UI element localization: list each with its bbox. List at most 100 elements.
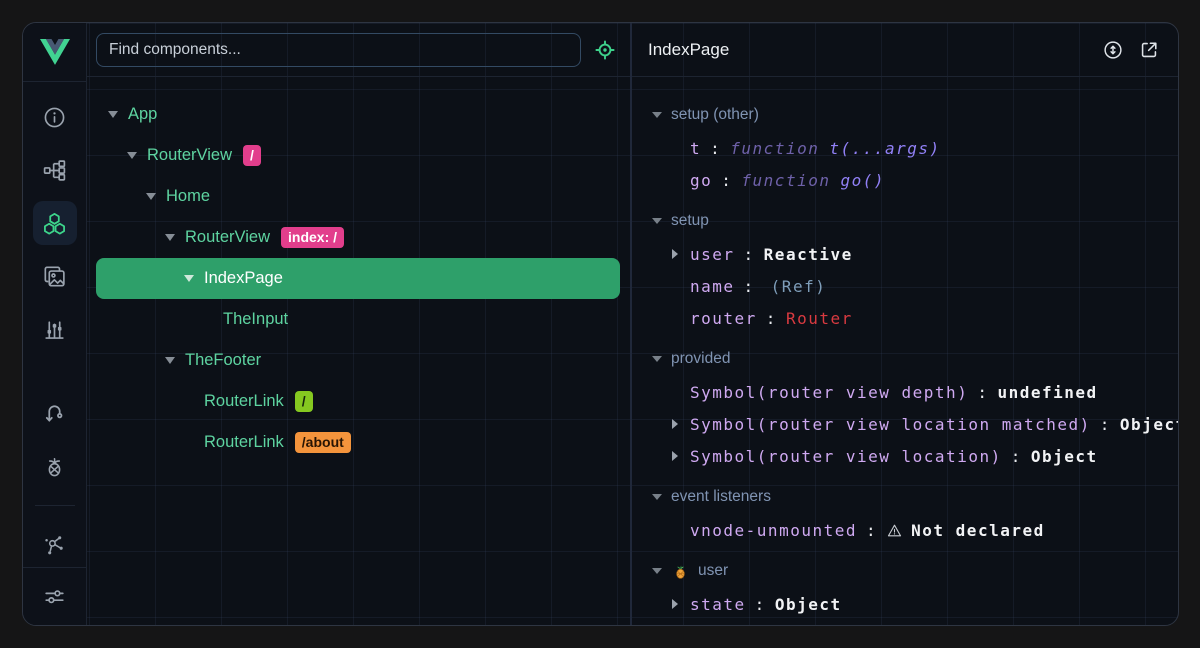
section-header-event-listeners[interactable]: event listeners	[652, 480, 1178, 514]
section-label: setup	[671, 212, 709, 230]
section-label: setup (other)	[671, 106, 759, 124]
state-key: Symbol(router view location matched)	[690, 415, 1091, 434]
open-in-editor-button[interactable]	[1136, 37, 1162, 63]
sidebar-bottom	[23, 567, 86, 625]
function-keyword: function	[730, 139, 819, 158]
tree-row-routerview[interactable]: RouterView /	[96, 135, 620, 176]
colon: :	[1100, 415, 1111, 434]
sidebar-item-graph[interactable]	[33, 523, 77, 567]
component-name: RouterView	[185, 228, 270, 247]
colon: :	[766, 309, 777, 328]
state-value: Object	[775, 595, 842, 614]
sidebar-item-router[interactable]	[33, 391, 77, 435]
state-key: name	[690, 277, 735, 296]
graph-icon	[42, 533, 67, 558]
caret-down-icon[interactable]	[165, 234, 185, 241]
tree-row-routerlink-home[interactable]: RouterLink /	[96, 381, 620, 422]
router-icon	[42, 401, 67, 426]
tree-row-thefooter[interactable]: TheFooter	[96, 340, 620, 381]
route-badge: index: /	[281, 227, 344, 249]
state-row-go[interactable]: go : function go()	[652, 164, 1178, 196]
sidebar-item-components[interactable]	[33, 201, 77, 245]
caret-down-icon[interactable]	[108, 111, 128, 118]
tree-row-routerlink-about[interactable]: RouterLink /about	[96, 422, 620, 463]
state-key: router	[690, 309, 757, 328]
sidebar-item-settings[interactable]	[33, 575, 77, 619]
component-name: RouterLink	[204, 433, 284, 452]
state-key: vnode-unmounted	[690, 521, 857, 540]
section-label: user	[698, 562, 728, 580]
state-key: Symbol(router view location)	[690, 447, 1002, 466]
select-component-in-page-button[interactable]	[593, 38, 617, 62]
state-value: Not declared	[911, 521, 1045, 540]
caret-down-icon[interactable]	[652, 218, 662, 224]
inspector-header-actions	[1100, 37, 1162, 63]
caret-right-icon[interactable]	[672, 599, 690, 609]
caret-down-icon[interactable]	[652, 356, 662, 362]
search-components-box[interactable]	[96, 33, 581, 67]
tree-row-app[interactable]: App	[96, 94, 620, 135]
state-row-router[interactable]: router : Router	[652, 302, 1178, 334]
sidebar-item-pinia[interactable]	[33, 444, 77, 488]
scroll-to-component-button[interactable]	[1100, 37, 1126, 63]
section-header-pinia-user[interactable]: user	[652, 554, 1178, 588]
section-label: provided	[671, 350, 730, 368]
section-pinia-user: user state : Object getters : Object	[652, 554, 1178, 625]
caret-down-icon[interactable]	[652, 494, 662, 500]
state-row-vnode-unmounted[interactable]: vnode-unmounted : Not declared	[652, 514, 1178, 546]
settings-icon	[42, 584, 67, 609]
tree-row-home[interactable]: Home	[96, 176, 620, 217]
state-row-router-view-location[interactable]: Symbol(router view location) : Object	[652, 440, 1178, 472]
search-input[interactable]	[109, 41, 568, 59]
state-key: t	[690, 139, 701, 158]
tree-row-indexpage-selected[interactable]: IndexPage	[96, 258, 620, 299]
warning-icon	[886, 522, 903, 539]
state-row-getters[interactable]: getters : Object	[652, 620, 1178, 625]
colon: :	[977, 383, 988, 402]
vue-devtools-window: App RouterView / Home RouterView index: …	[22, 22, 1179, 626]
function-signature: go()	[840, 171, 885, 190]
vue-logo[interactable]	[23, 23, 86, 82]
state-value: Router	[786, 309, 853, 328]
section-header-provided[interactable]: provided	[652, 342, 1178, 376]
function-keyword: function	[741, 171, 830, 190]
sidebar-item-pages[interactable]	[33, 254, 77, 298]
state-row-router-view-depth[interactable]: Symbol(router view depth) : undefined	[652, 376, 1178, 408]
vue-devtools-screenshot: App RouterView / Home RouterView index: …	[0, 0, 1200, 648]
sidebar-item-assets[interactable]	[33, 307, 77, 351]
sidebar-item-info[interactable]	[33, 95, 77, 139]
section-header-setup[interactable]: setup	[652, 204, 1178, 238]
caret-down-icon[interactable]	[652, 112, 662, 118]
target-icon	[593, 38, 617, 62]
caret-down-icon[interactable]	[165, 357, 185, 364]
caret-down-icon[interactable]	[146, 193, 166, 200]
caret-right-icon[interactable]	[672, 419, 690, 429]
state-value: undefined	[997, 383, 1097, 402]
component-name: App	[128, 105, 157, 124]
state-row-state[interactable]: state : Object	[652, 588, 1178, 620]
caret-right-icon[interactable]	[672, 249, 690, 259]
caret-down-icon[interactable]	[184, 275, 204, 282]
component-tree: App RouterView / Home RouterView index: …	[87, 77, 630, 463]
state-value: Object	[1120, 415, 1178, 434]
sidebar-item-component-hierarchy[interactable]	[33, 148, 77, 192]
section-label: event listeners	[671, 488, 771, 506]
tree-row-routerview-nested[interactable]: RouterView index: /	[96, 217, 620, 258]
section-header-setup-other[interactable]: setup (other)	[652, 98, 1178, 132]
state-row-user[interactable]: user : Reactive	[652, 238, 1178, 270]
component-state: setup (other) t : function t(...args) go…	[632, 77, 1178, 625]
caret-right-icon[interactable]	[672, 451, 690, 461]
state-row-t[interactable]: t : function t(...args)	[652, 132, 1178, 164]
route-badge: /	[243, 145, 261, 167]
component-name: Home	[166, 187, 210, 206]
caret-down-icon[interactable]	[127, 152, 147, 159]
caret-down-icon[interactable]	[652, 568, 662, 574]
tree-row-theinput[interactable]: TheInput	[96, 299, 620, 340]
components-panel: App RouterView / Home RouterView index: …	[87, 23, 632, 625]
state-row-router-view-location-matched[interactable]: Symbol(router view location matched) : O…	[652, 408, 1178, 440]
state-row-name[interactable]: name : (Ref)	[652, 270, 1178, 302]
component-name: TheFooter	[185, 351, 261, 370]
component-hierarchy-icon	[42, 158, 67, 183]
scroll-to-component-icon	[1102, 39, 1124, 61]
section-event-listeners: event listeners vnode-unmounted : Not de…	[652, 480, 1178, 546]
